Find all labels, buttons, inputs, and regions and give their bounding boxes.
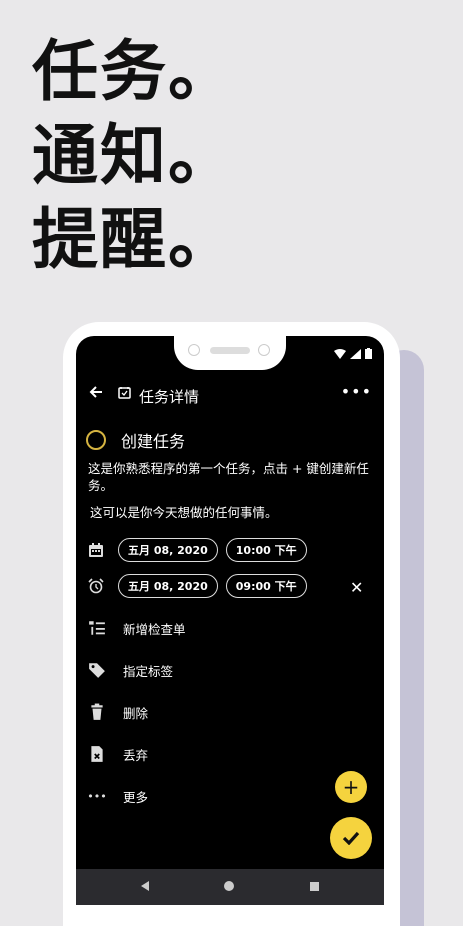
menu-label-assign-tag: 指定标签	[123, 663, 174, 679]
reminder-time-chip[interactable]: 09:00 下午	[225, 574, 307, 598]
calendar-check-icon	[118, 387, 131, 399]
speaker	[210, 347, 250, 354]
tag-icon	[89, 663, 105, 678]
nav-back-icon[interactable]	[140, 880, 150, 892]
due-date-row: 五月 08, 2020 10:00 下午	[88, 538, 307, 562]
phone-screen: 任务详情 ••• 创建任务 这是你熟悉程序的第一个任务，点击 + 键创建新任务。…	[76, 336, 384, 905]
page-title: 任务详情	[139, 388, 200, 406]
menu-label-discard: 丢弃	[123, 747, 149, 763]
menu-item-discard[interactable]: 丢弃	[88, 745, 148, 763]
headline-line-1: 任务。	[32, 33, 236, 110]
headline-line-3: 提醒。	[32, 201, 236, 278]
task-description[interactable]: 这是你熟悉程序的第一个任务，点击 + 键创建新任务。	[88, 460, 372, 494]
nav-home-icon[interactable]	[224, 881, 234, 891]
status-bar	[334, 348, 372, 359]
menu-item-add-checklist[interactable]: 新增检查单	[88, 619, 186, 637]
reminder-row: 五月 08, 2020 09:00 下午	[88, 574, 307, 598]
discard-icon	[91, 746, 103, 762]
complete-task-checkbox[interactable]	[86, 430, 106, 450]
menu-item-assign-tag[interactable]: 指定标签	[88, 661, 173, 679]
menu-label-more: 更多	[123, 789, 149, 805]
trash-icon	[91, 703, 103, 720]
notch	[174, 336, 286, 370]
headline: 任务。 通知。 提醒。	[32, 30, 236, 282]
checkmark-icon	[342, 831, 360, 845]
camera-icon	[188, 344, 200, 356]
nav-recent-apps-icon[interactable]	[310, 882, 319, 891]
signal-icon	[350, 348, 361, 359]
reminder-date-chip[interactable]: 五月 08, 2020	[118, 574, 218, 598]
more-icon: •••	[87, 789, 107, 803]
menu-label-delete: 删除	[123, 705, 149, 721]
calendar-icon	[89, 543, 103, 557]
menu-item-more[interactable]: ••• 更多	[87, 787, 148, 805]
wifi-icon	[334, 348, 346, 359]
add-task-fab[interactable]: +	[335, 771, 367, 803]
task-title[interactable]: 创建任务	[121, 428, 185, 452]
complete-task-fab[interactable]	[330, 817, 372, 859]
overflow-menu-icon[interactable]: •••	[341, 382, 372, 401]
back-arrow-icon[interactable]	[88, 384, 104, 400]
menu-item-delete[interactable]: 删除	[88, 703, 148, 721]
due-date-chip[interactable]: 五月 08, 2020	[118, 538, 218, 562]
due-time-chip[interactable]: 10:00 下午	[225, 538, 307, 562]
menu-label-add-checklist: 新增检查单	[123, 621, 186, 637]
remove-reminder-icon[interactable]: ✕	[350, 578, 363, 597]
task-description-2[interactable]: 这可以是你今天想做的任何事情。	[90, 502, 278, 521]
sensor-icon	[258, 344, 270, 356]
checklist-icon	[89, 621, 105, 635]
plus-icon: +	[342, 775, 360, 799]
battery-icon	[365, 348, 372, 359]
app-bar: 任务详情 •••	[76, 380, 384, 412]
alarm-clock-icon	[88, 578, 104, 594]
system-nav-bar	[76, 869, 384, 905]
task-header: 创建任务	[86, 428, 185, 452]
headline-line-2: 通知。	[32, 117, 236, 194]
